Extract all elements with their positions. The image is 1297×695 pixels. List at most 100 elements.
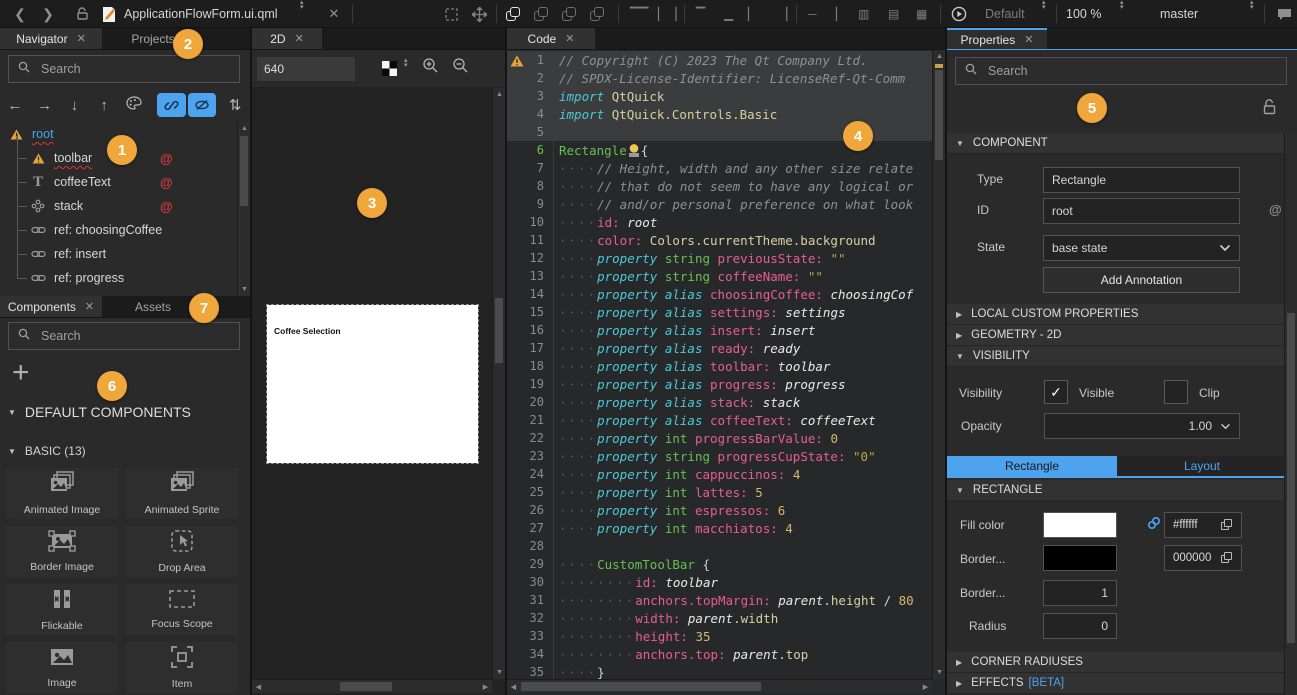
always-refresh-icon[interactable] [562,0,577,28]
code-line[interactable]: 20····property alias stack: stack [507,393,932,411]
close-document-icon[interactable]: ✕ [324,0,344,28]
code-line[interactable]: 25····property int lattes: 5 [507,483,932,501]
back-icon[interactable]: ❮ [8,0,32,28]
2d-canvas[interactable]: Coffee Selection [252,88,492,679]
component-animated-sprite[interactable]: Animated Sprite [126,468,238,519]
section-visibility[interactable]: ▼ VISIBILITY [947,346,1297,367]
component-item[interactable]: Item [126,642,238,693]
subtab-rectangle[interactable]: Rectangle [947,456,1117,476]
document-switcher-spinner[interactable]: ▴▾ [300,0,304,28]
show-item-icon[interactable] [534,0,549,28]
navigator-search[interactable] [8,55,240,83]
2d-vscrollbar[interactable]: ▲ ▼ [492,88,505,679]
lightbulb-icon[interactable] [629,144,639,157]
move-tool-icon[interactable] [468,0,490,28]
section-default-components[interactable]: ▼ DEFAULT COMPONENTS [8,404,191,420]
close-icon[interactable]: ✕ [565,32,574,45]
visible-checkbox[interactable]: ✓ [1044,380,1068,404]
lock-icon[interactable] [1262,98,1277,120]
close-icon[interactable]: ✕ [1024,33,1033,46]
code-line[interactable]: 34········anchors.top: parent.top [507,645,932,663]
color-link-icon[interactable] [1147,516,1161,535]
palette-icon[interactable] [119,96,149,114]
fill-color-swatch[interactable] [1043,512,1117,538]
code-line[interactable]: 22····property int progressBarValue: 0 [507,429,932,447]
section-geometry-2d[interactable]: ▶ GEOMETRY - 2D [947,325,1297,346]
run-project-icon[interactable] [948,0,970,28]
code-line[interactable]: 18····property alias toolbar: toolbar [507,357,932,375]
code-vscrollbar[interactable]: ▲ ▼ [932,50,945,679]
2d-hscrollbar[interactable]: ◀ ▶ [252,679,492,693]
border-hex-field[interactable]: 000000 [1164,545,1242,571]
code-line[interactable]: 35····} [507,663,932,679]
properties-search[interactable] [955,57,1287,85]
close-icon[interactable]: ✕ [77,32,86,45]
code-hscrollbar[interactable]: ◀ ▶ [507,679,932,693]
code-line[interactable]: 10····id: root [507,213,932,231]
show-bounds-icon[interactable] [506,0,521,28]
code-line[interactable]: 28 [507,537,932,555]
subtab-layout[interactable]: Layout [1117,456,1287,476]
component-flickable[interactable]: Flickable [6,584,118,635]
tab-code[interactable]: Code✕ [507,28,595,49]
distribute-v-icon[interactable]: ▤ [888,0,899,28]
open-document-title[interactable]: ApplicationFlowForm.ui.qml [124,0,278,28]
clip-checkbox[interactable] [1164,380,1188,404]
code-line[interactable]: 1// Copyright (C) 2023 The Qt Company Lt… [507,51,932,69]
move-right-icon[interactable]: → [30,97,60,114]
code-line[interactable]: 4import QtQuick.Controls.Basic [507,105,932,123]
run-config-spinner[interactable]: ▴▾ [1042,0,1046,28]
code-line[interactable]: 27····property int macchiatos: 4 [507,519,932,537]
background-spinner[interactable]: ▴▾ [404,58,408,68]
move-up-icon[interactable]: ↑ [89,97,119,114]
component-animated-image[interactable]: Animated Image [6,468,118,519]
code-line[interactable]: 26····property int espressos: 6 [507,501,932,519]
code-line[interactable]: 3import QtQuick [507,87,932,105]
distribute-h-icon[interactable]: ▥ [858,0,869,28]
forward-icon[interactable]: ❯ [36,0,60,28]
code-line[interactable]: 7····// Height, width and any other size… [507,159,932,177]
tab-properties[interactable]: Properties✕ [947,28,1047,49]
anchor-center-icon[interactable]: ▏ [836,0,845,28]
navigator-scrollbar[interactable]: ▲ ▼ [237,122,250,296]
tree-item-ref-progress[interactable]: ref: progress [0,266,238,290]
anchor-right-icon[interactable]: ▕ [778,0,787,28]
zoom-out-icon[interactable] [452,57,469,79]
section-basic[interactable]: ▼ BASIC (13) [8,444,86,458]
distribute-grid-icon[interactable]: ▦ [916,0,927,28]
section-corner-radiuses[interactable]: ▶ CORNER RADIUSES [947,652,1297,673]
anchor-top-icon[interactable]: ▔ [696,0,705,28]
align-top-icon[interactable]: ▔▔ [630,0,648,28]
border-color-swatch[interactable] [1043,545,1117,571]
zoom-level-select[interactable]: 100 % [1066,0,1101,28]
code-line[interactable]: 9····// and/or personal preference on wh… [507,195,932,213]
copy-icon[interactable] [1221,519,1233,531]
tree-item-ref-insert[interactable]: ref: insert [0,242,238,266]
border-width-field[interactable]: 1 [1043,580,1117,606]
section-effects[interactable]: ▶ EFFECTS [BETA] [947,673,1297,694]
tree-item-ref-choosingcoffee[interactable]: ref: choosingCoffee [0,218,238,242]
close-icon[interactable]: ✕ [295,32,304,45]
code-line[interactable]: 23····property string progressCupState: … [507,447,932,465]
code-line[interactable]: 15····property alias settings: settings [507,303,932,321]
reverse-order-icon[interactable]: ⇅ [220,96,250,114]
close-icon[interactable]: ✕ [85,300,94,313]
type-field[interactable]: Rectangle [1043,167,1240,193]
move-left-icon[interactable]: ← [0,97,30,114]
code-line[interactable]: 33········height: 35 [507,627,932,645]
code-line[interactable]: 11····color: Colors.currentTheme.backgro… [507,231,932,249]
state-select[interactable]: base state [1043,235,1240,261]
align-center-v-icon[interactable]: ▏▕ [658,0,676,28]
component-drop-area[interactable]: Drop Area [126,526,238,577]
code-line[interactable]: 29····CustomToolBar { [507,555,932,573]
code-line[interactable]: 17····property alias ready: ready [507,339,932,357]
code-line[interactable]: 21····property alias coffeeText: coffeeT… [507,411,932,429]
code-line[interactable]: 19····property alias progress: progress [507,375,932,393]
zoom-in-icon[interactable] [422,57,439,79]
code-line[interactable]: 32········width: parent.width [507,609,932,627]
canvas-width-input[interactable] [257,57,355,81]
add-annotation-button[interactable]: Add Annotation [1043,267,1240,293]
code-line[interactable]: 30········id: toolbar [507,573,932,591]
tree-item-coffeetext[interactable]: TcoffeeText@ [0,170,238,194]
comment-icon[interactable] [1274,0,1294,28]
